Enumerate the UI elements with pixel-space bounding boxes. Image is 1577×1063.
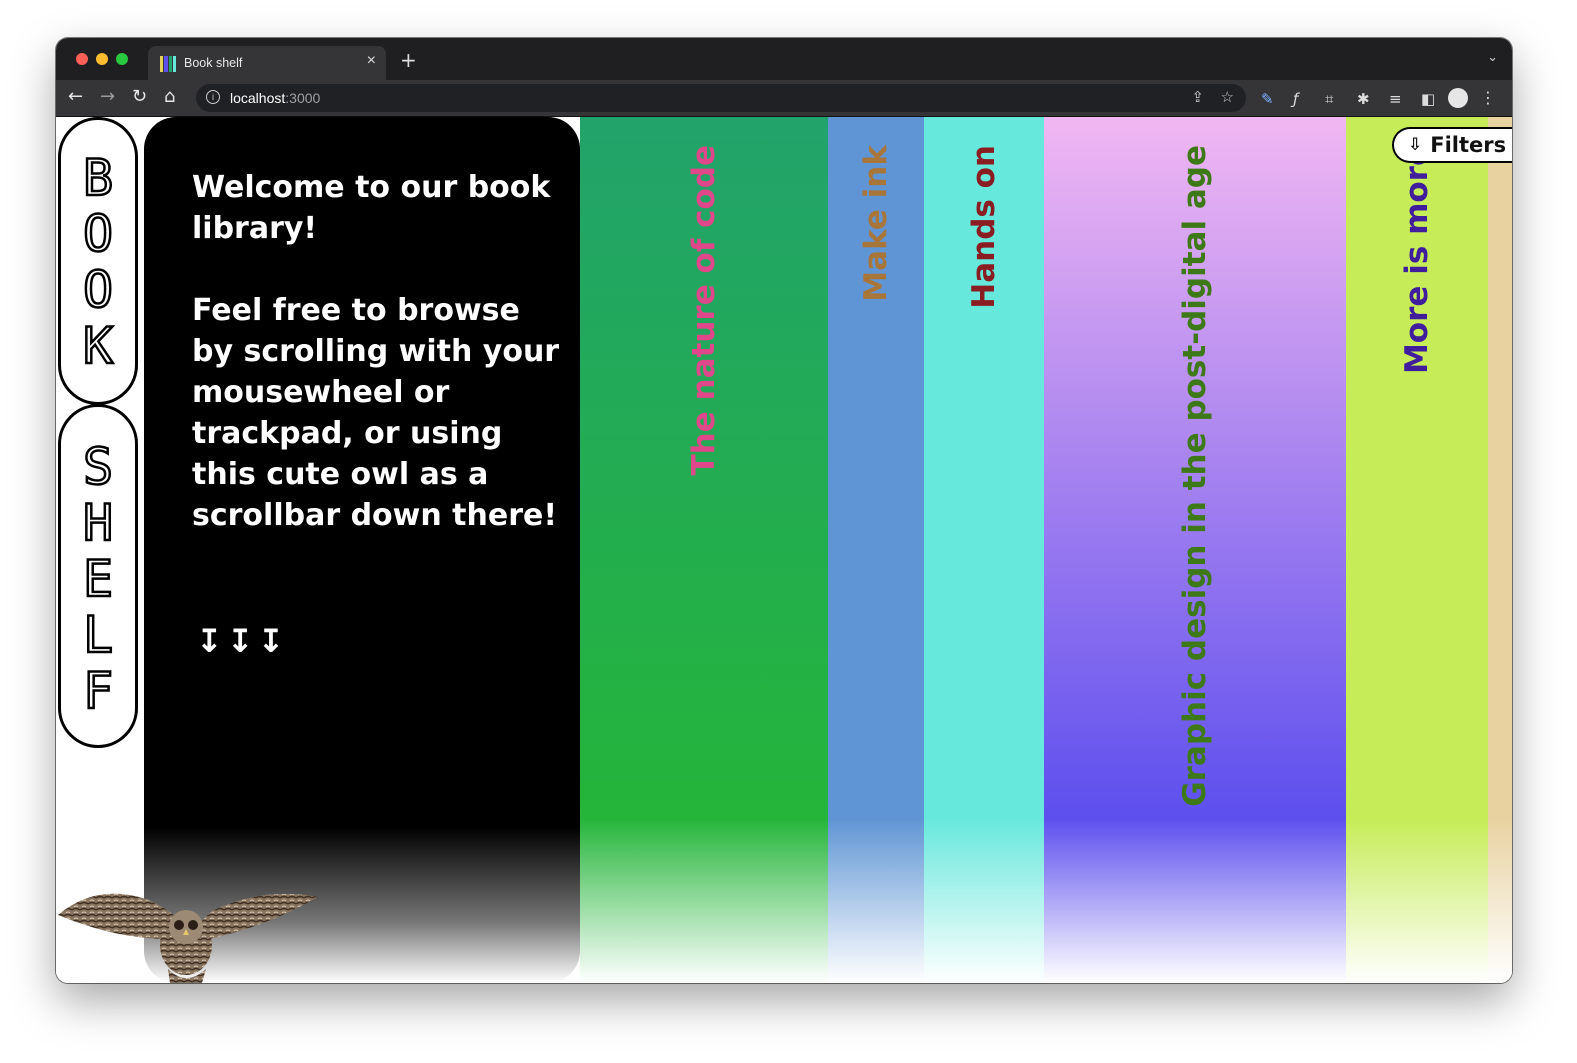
book-title: The nature of code xyxy=(686,145,722,476)
tab-book-shelf[interactable]: Book shelf × xyxy=(148,46,386,80)
tab-search-chevron-icon[interactable]: ⌄ xyxy=(1487,50,1498,65)
home-icon[interactable]: ⌂ xyxy=(164,86,175,108)
menu-kebab-icon[interactable]: ⋮ xyxy=(1480,88,1496,107)
url-text: localhost:3000 xyxy=(230,90,320,106)
url-port: :3000 xyxy=(285,90,321,106)
book-spine[interactable] xyxy=(1488,117,1512,983)
welcome-text: Welcome to our book library! Feel free t… xyxy=(192,170,560,533)
tab-title: Book shelf xyxy=(184,56,243,70)
book-spine[interactable]: More is more xyxy=(1346,117,1488,983)
close-window-button[interactable] xyxy=(76,53,88,65)
reload-icon[interactable]: ↻ xyxy=(132,86,147,108)
tab-close-icon[interactable]: × xyxy=(367,52,376,70)
toolbar: ← → ↻ ⌂ i localhost:3000 ⇪ ☆ ✎ ƒ ⌗ ✱ ≡ ◧… xyxy=(56,80,1512,117)
filters-button[interactable]: ⇩ Filters xyxy=(1392,127,1512,163)
back-icon[interactable]: ← xyxy=(68,86,83,108)
side-panel-icon[interactable]: ◧ xyxy=(1421,90,1435,108)
intro-panel: Welcome to our book library! Feel free t… xyxy=(144,117,580,983)
owl-scrollbar-handle[interactable] xyxy=(56,877,326,983)
extension-pen-icon[interactable]: ✎ xyxy=(1261,90,1274,108)
book-title: Make ink xyxy=(858,145,894,302)
book-spine[interactable]: Graphic design in the post-digital age xyxy=(1044,117,1346,983)
logo-letter: O xyxy=(82,205,115,264)
profile-avatar[interactable] xyxy=(1448,88,1468,108)
logo-letter: E xyxy=(82,550,115,609)
extension-font-icon[interactable]: ƒ xyxy=(1293,90,1298,108)
logo-shelf: S H E L F xyxy=(58,404,138,748)
forward-icon[interactable]: → xyxy=(100,86,115,108)
logo-letter: L xyxy=(82,606,115,665)
tab-bar: Book shelf × + ⌄ xyxy=(56,38,1512,80)
logo-letter: K xyxy=(82,317,115,376)
favicon-icon xyxy=(160,56,176,72)
logo-letter: H xyxy=(82,494,115,553)
book-spine[interactable]: Hands on xyxy=(924,117,1044,983)
book-spine-background xyxy=(1488,117,1512,983)
page-viewport: B O O K S H E L F Welcome to our book li… xyxy=(56,117,1512,983)
book-title: Hands on xyxy=(966,145,1002,309)
book-spine[interactable]: Make ink xyxy=(828,117,924,983)
new-tab-button[interactable]: + xyxy=(400,48,417,72)
bookmark-star-icon[interactable]: ☆ xyxy=(1221,88,1234,106)
extensions-puzzle-icon[interactable]: ✱ xyxy=(1357,90,1370,108)
minimize-window-button[interactable] xyxy=(96,53,108,65)
logo-letter: S xyxy=(82,438,115,497)
browser-window: Book shelf × + ⌄ ← → ↻ ⌂ i localhost:300… xyxy=(56,38,1512,983)
download-arrow-icon: ⇩ xyxy=(1408,135,1423,155)
url-host: localhost xyxy=(230,90,286,106)
filters-label: Filters xyxy=(1430,133,1507,157)
logo-letter: B xyxy=(82,149,115,208)
site-info-icon[interactable]: i xyxy=(206,90,220,104)
maximize-window-button[interactable] xyxy=(116,53,128,65)
share-icon[interactable]: ⇪ xyxy=(1191,88,1204,106)
address-bar[interactable]: i localhost:3000 ⇪ ☆ xyxy=(196,84,1246,112)
extension-crop-icon[interactable]: ⌗ xyxy=(1325,90,1333,108)
logo-letter: O xyxy=(82,261,115,320)
book-title: More is more xyxy=(1399,145,1435,375)
book-title: Graphic design in the post-digital age xyxy=(1177,145,1213,807)
logo-book: B O O K xyxy=(58,117,138,405)
logo-letter: F xyxy=(82,662,115,721)
book-spine[interactable]: The nature of code xyxy=(580,117,828,983)
scroll-down-arrows-icon: ↧↧↧ xyxy=(196,622,289,660)
media-queue-icon[interactable]: ≡ xyxy=(1389,90,1402,108)
